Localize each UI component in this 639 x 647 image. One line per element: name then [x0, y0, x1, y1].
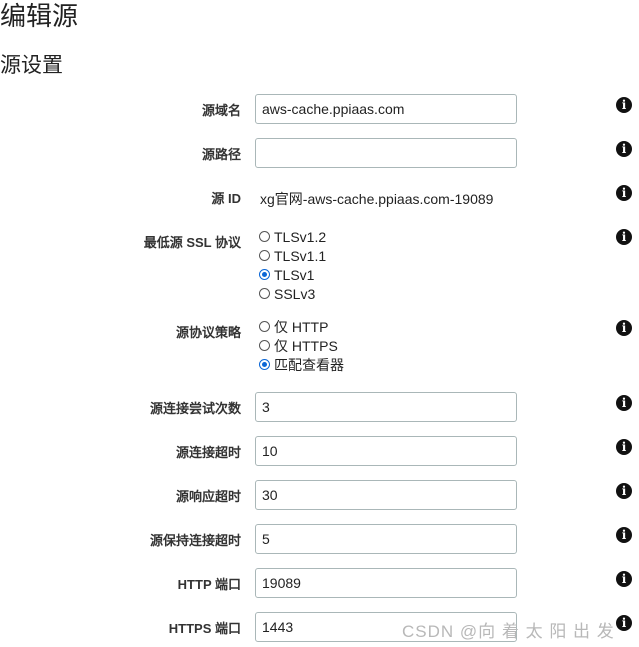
conn-timeout-label: 源连接超时 — [175, 445, 241, 460]
info-icon[interactable]: i — [616, 483, 632, 499]
origin-path-label: 源路径 — [201, 147, 241, 162]
radio-label: TLSv1.1 — [274, 247, 327, 264]
radio-option-sslv3[interactable]: SSLv3 — [259, 284, 326, 303]
radio-label: 匹配查看器 — [274, 356, 344, 373]
watermark: CSDN @向 着 太 阳 出 发 — [402, 622, 615, 641]
radio-option-tlsv1-2[interactable]: TLSv1.2 — [259, 227, 326, 246]
info-icon[interactable]: i — [616, 97, 632, 113]
info-icon[interactable]: i — [616, 185, 632, 201]
radio-button[interactable] — [259, 321, 270, 332]
radio-label: SSLv3 — [274, 285, 316, 302]
info-icon[interactable]: i — [616, 439, 632, 455]
response-timeout-label: 源响应超时 — [175, 489, 241, 504]
radio-label: TLSv1.2 — [274, 228, 327, 245]
radio-option-tlsv1-1[interactable]: TLSv1.1 — [259, 246, 326, 265]
radio-button[interactable] — [259, 250, 270, 261]
min-ssl-radio-group: TLSv1.2 TLSv1.1 TLSv1 SSLv3 — [259, 227, 326, 303]
origin-domain-label: 源域名 — [201, 103, 241, 118]
info-icon[interactable]: i — [616, 229, 632, 245]
radio-label: TLSv1 — [274, 266, 315, 283]
info-icon[interactable]: i — [616, 395, 632, 411]
https-port-label: HTTPS 端口 — [168, 621, 241, 636]
radio-label: 仅 HTTPS — [274, 337, 338, 354]
protocol-policy-label: 源协议策略 — [175, 325, 241, 340]
radio-button-selected[interactable] — [259, 269, 270, 280]
info-icon[interactable]: i — [616, 320, 632, 336]
http-port-input[interactable]: 19089 — [255, 568, 517, 598]
info-icon[interactable]: i — [616, 141, 632, 157]
http-port-label: HTTP 端口 — [177, 577, 241, 592]
origin-domain-input[interactable]: aws-cache.ppiaas.com — [255, 94, 517, 124]
min-ssl-label: 最低源 SSL 协议 — [143, 235, 241, 250]
radio-button[interactable] — [259, 231, 270, 242]
response-timeout-input[interactable]: 30 — [255, 480, 517, 510]
origin-id-value: xg官网-aws-cache.ppiaas.com-19089 — [260, 191, 494, 207]
radio-option-http-only[interactable]: 仅 HTTP — [259, 317, 344, 336]
radio-button[interactable] — [259, 340, 270, 351]
section-title: 源设置 — [0, 54, 63, 77]
keepalive-timeout-input[interactable]: 5 — [255, 524, 517, 554]
radio-button[interactable] — [259, 288, 270, 299]
radio-option-https-only[interactable]: 仅 HTTPS — [259, 336, 344, 355]
radio-button-selected[interactable] — [259, 359, 270, 370]
origin-id-label: 源 ID — [211, 191, 241, 206]
protocol-policy-radio-group: 仅 HTTP 仅 HTTPS 匹配查看器 — [259, 317, 344, 374]
origin-path-input[interactable] — [255, 138, 517, 168]
conn-timeout-input[interactable]: 10 — [255, 436, 517, 466]
radio-option-tlsv1[interactable]: TLSv1 — [259, 265, 326, 284]
page-title: 编辑源 — [0, 1, 79, 31]
radio-label: 仅 HTTP — [274, 318, 329, 335]
info-icon[interactable]: i — [616, 571, 632, 587]
conn-attempts-label: 源连接尝试次数 — [149, 401, 241, 416]
info-icon[interactable]: i — [616, 527, 632, 543]
keepalive-timeout-label: 源保持连接超时 — [149, 533, 241, 548]
radio-option-match-viewer[interactable]: 匹配查看器 — [259, 355, 344, 374]
info-icon[interactable]: i — [616, 615, 632, 631]
conn-attempts-input[interactable]: 3 — [255, 392, 517, 422]
